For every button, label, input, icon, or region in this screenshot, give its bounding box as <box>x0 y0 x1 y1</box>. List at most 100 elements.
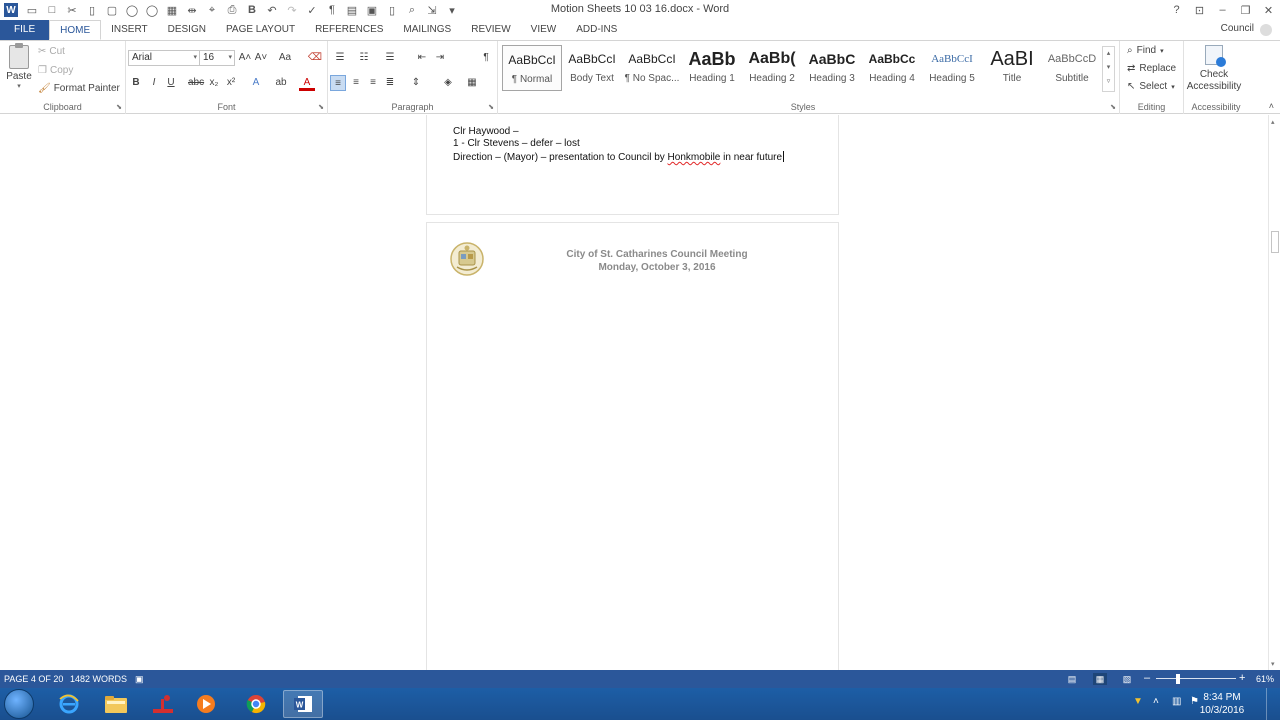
circle-icon-2[interactable]: ◯ <box>142 2 162 18</box>
tab-view[interactable]: VIEW <box>521 20 567 40</box>
numbering-icon[interactable]: ☷ <box>356 50 372 66</box>
spelling-check-icon[interactable]: ✓ <box>302 2 322 18</box>
shrink-font-icon[interactable]: A˅ <box>253 50 269 66</box>
cut-button[interactable]: ✂ Cut <box>38 46 65 57</box>
vertical-scrollbar[interactable]: ▴ ▾ <box>1268 115 1280 670</box>
word-count[interactable]: 1482 WORDS <box>70 674 127 684</box>
font-color-icon[interactable]: A <box>299 75 315 91</box>
print-layout-icon[interactable]: ▦ <box>1093 673 1107 685</box>
open-folder-icon[interactable]: ▭ <box>22 2 42 18</box>
format-painter-button[interactable]: 🖌 Format Painter <box>38 83 120 94</box>
tools-icon[interactable]: ✂ <box>62 2 82 18</box>
minimize-icon[interactable]: – <box>1211 0 1234 20</box>
zoom-slider-thumb[interactable] <box>1176 674 1180 684</box>
media-player-icon[interactable] <box>186 690 226 718</box>
tab-design[interactable]: DESIGN <box>158 20 216 40</box>
line-spacing-icon[interactable]: ⇕ <box>408 75 424 91</box>
restore-icon[interactable]: ❐ <box>1234 0 1257 20</box>
new-blank-icon[interactable]: ▢ <box>102 2 122 18</box>
align-right-icon[interactable]: ≡ <box>365 75 381 91</box>
font-launcher-icon[interactable]: ⬊ <box>318 103 324 111</box>
scrollbar-thumb[interactable] <box>1271 231 1279 253</box>
presenter-app-icon[interactable] <box>143 690 183 718</box>
change-case-icon[interactable]: Aa <box>277 50 293 66</box>
read-mode-icon[interactable]: ▤ <box>1065 673 1079 685</box>
find-button[interactable]: ⌕ Find ▾ <box>1127 45 1164 56</box>
decrease-indent-icon[interactable]: ⇤ <box>414 50 430 66</box>
internet-explorer-icon[interactable] <box>49 690 89 718</box>
close-icon[interactable]: ✕ <box>1257 0 1280 20</box>
justify-icon[interactable]: ≣ <box>382 75 398 91</box>
style-heading-1[interactable]: AaBb Heading 1 <box>682 45 742 91</box>
zoom-in-icon[interactable]: + <box>1239 672 1245 684</box>
show-desktop-button[interactable] <box>1266 688 1280 720</box>
tab-home[interactable]: HOME <box>49 20 102 40</box>
replace-button[interactable]: ⇄ Replace <box>1127 63 1176 74</box>
superscript-icon[interactable]: x² <box>223 75 239 91</box>
tab-review[interactable]: REVIEW <box>461 20 520 40</box>
font-size-combo[interactable]: 16 ▾ <box>199 50 235 66</box>
current-page[interactable]: City of St. Catharines Council Meeting M… <box>426 222 839 670</box>
tab-references[interactable]: REFERENCES <box>305 20 393 40</box>
style-no-spacing[interactable]: AaBbCcI ¶ No Spac... <box>622 45 682 91</box>
styles-launcher-icon[interactable]: ⬊ <box>1110 103 1116 111</box>
increase-indent-icon[interactable]: ⇥ <box>432 50 448 66</box>
scroll-down-icon[interactable]: ▾ <box>1271 660 1275 668</box>
word-taskbar-icon[interactable]: W <box>283 690 323 718</box>
page-icon[interactable]: ▯ <box>82 2 102 18</box>
tray-chevron-icon[interactable]: ˄ <box>1153 696 1159 707</box>
italic-icon[interactable]: I <box>146 75 162 91</box>
strikethrough-icon[interactable]: abc <box>188 75 204 91</box>
bullets-icon[interactable]: ☰ <box>332 50 348 66</box>
binoculars-icon[interactable]: ⌖ <box>202 2 222 18</box>
previous-page[interactable]: Clr Haywood – 1 - Clr Stevens – defer – … <box>426 115 839 215</box>
document-area[interactable]: Clr Haywood – 1 - Clr Stevens – defer – … <box>0 115 1268 670</box>
network-icon[interactable]: ▥ <box>1172 696 1181 707</box>
borders-icon[interactable]: ▦ <box>464 75 480 91</box>
document-icon[interactable]: ▤ <box>342 2 362 18</box>
font-name-combo[interactable]: Arial ▾ <box>128 50 200 66</box>
undo-icon[interactable]: ↶ <box>262 2 282 18</box>
style-title[interactable]: AaBI Title <box>982 45 1042 91</box>
text-effects-icon[interactable]: A <box>248 75 264 91</box>
proofing-icon[interactable]: ▣ <box>135 674 144 685</box>
styles-gallery-scroll[interactable]: ▴ ▾ ▿ <box>1102 46 1115 92</box>
bold-qat-icon[interactable]: B <box>242 2 262 18</box>
collapse-ribbon-icon[interactable]: ˄ <box>1269 101 1274 111</box>
insert-row-icon[interactable]: ⇹ <box>182 2 202 18</box>
account-name[interactable]: Council <box>1221 23 1254 34</box>
shield-icon[interactable]: ▼ <box>1133 696 1143 707</box>
align-center-icon[interactable]: ≡ <box>348 75 364 91</box>
check-accessibility-button[interactable]: Check Accessibility <box>1186 45 1242 93</box>
multilevel-list-icon[interactable]: ☰ <box>382 50 398 66</box>
show-hide-marks-icon[interactable]: ¶ <box>478 50 494 66</box>
style-subtitle[interactable]: AaBbCcD Subtitle <box>1042 45 1102 91</box>
system-clock[interactable]: 8:34 PM 10/3/2016 <box>1190 691 1254 717</box>
select-button[interactable]: ↖ Select ▾ <box>1127 81 1175 92</box>
bold-icon[interactable]: B <box>128 75 144 91</box>
customize-qat-icon[interactable]: ▾ <box>442 2 462 18</box>
scroll-up-icon[interactable]: ▴ <box>1271 118 1275 126</box>
start-button[interactable] <box>4 689 34 719</box>
tab-page-layout[interactable]: PAGE LAYOUT <box>216 20 305 40</box>
chrome-icon[interactable] <box>236 690 276 718</box>
circle-icon[interactable]: ◯ <box>122 2 142 18</box>
highlight-icon[interactable]: ab <box>273 75 289 91</box>
table-icon[interactable]: ▦ <box>162 2 182 18</box>
grow-font-icon[interactable]: A˄ <box>237 50 253 66</box>
style-normal[interactable]: AaBbCcI ¶ Normal <box>502 45 562 91</box>
style-heading-3[interactable]: AaBbC Heading 3 <box>802 45 862 91</box>
clipboard-launcher-icon[interactable]: ⬊ <box>116 103 122 111</box>
tab-add-ins[interactable]: ADD-INS <box>566 20 627 40</box>
shading-icon[interactable]: ◈ <box>440 75 456 91</box>
clear-formatting-icon[interactable]: ⌫ <box>307 50 323 66</box>
find-doc-icon[interactable]: ⌕ <box>402 2 422 18</box>
style-heading-4[interactable]: AaBbCc Heading 4 <box>862 45 922 91</box>
redo-icon[interactable]: ↷ <box>282 2 302 18</box>
zoom-slider-track[interactable] <box>1156 678 1236 679</box>
print-icon[interactable]: ▯ <box>382 2 402 18</box>
account-avatar[interactable] <box>1260 24 1272 36</box>
help-icon[interactable]: ? <box>1165 0 1188 20</box>
paste-button[interactable]: Paste ▾ <box>6 43 32 90</box>
tab-mailings[interactable]: MAILINGS <box>393 20 461 40</box>
